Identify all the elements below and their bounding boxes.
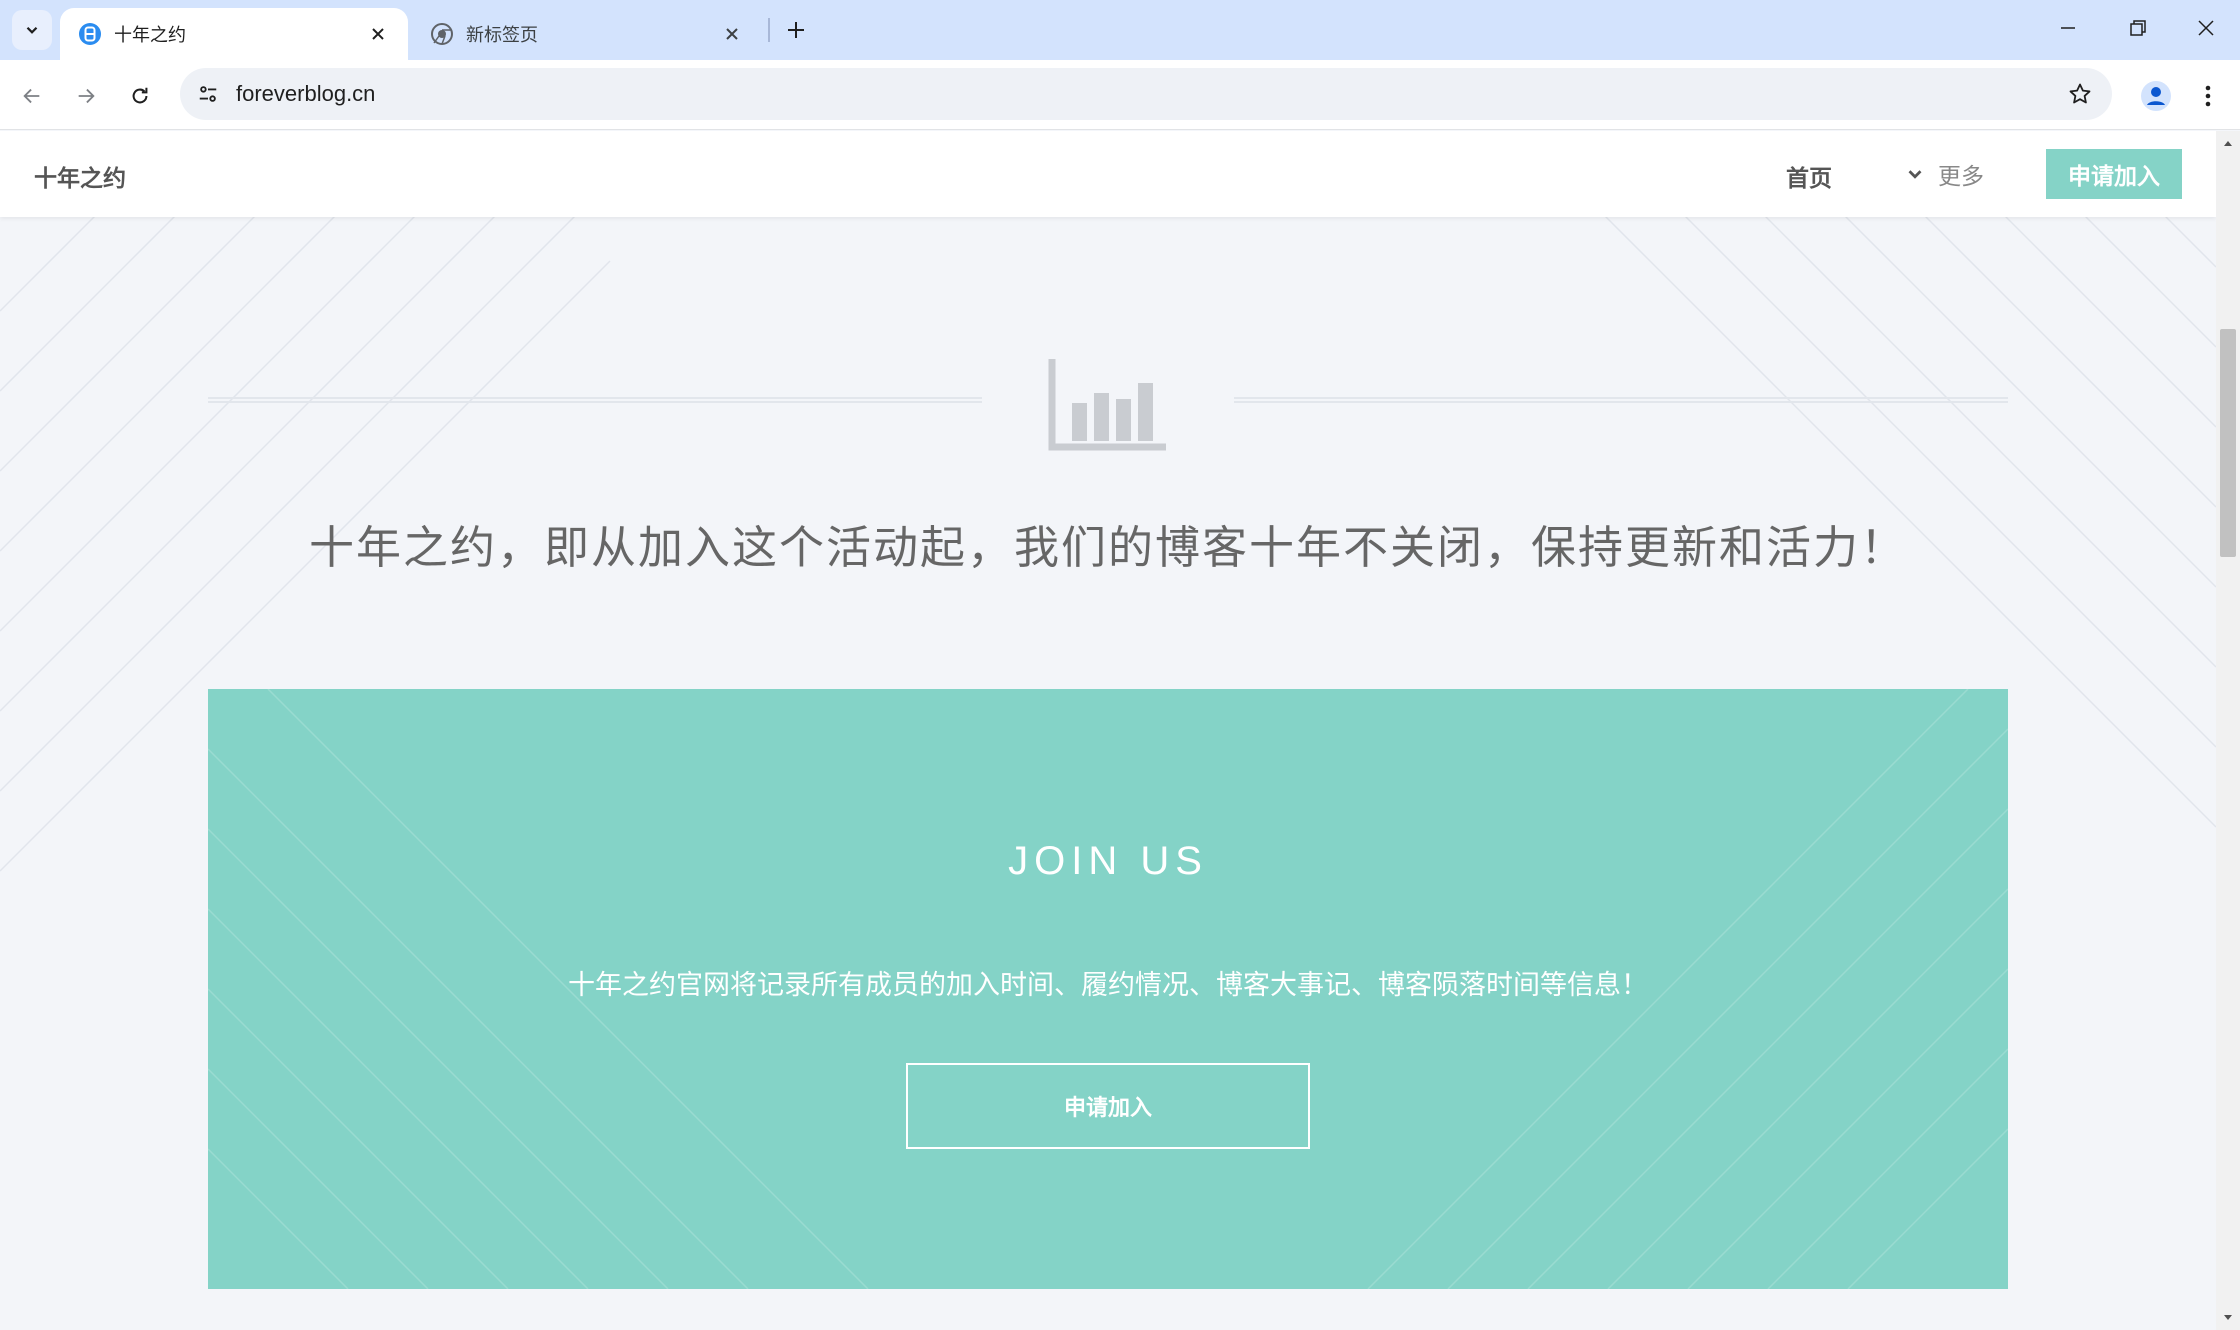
header-join-button[interactable]: 申请加入 bbox=[2046, 149, 2182, 199]
blog-b-icon bbox=[79, 23, 101, 45]
avatar-icon bbox=[2141, 81, 2171, 111]
forward-button[interactable] bbox=[66, 76, 106, 116]
scroll-thumb[interactable] bbox=[2220, 329, 2236, 557]
browser-menu-button[interactable] bbox=[2190, 76, 2226, 116]
restore-icon bbox=[2130, 20, 2146, 36]
address-bar[interactable]: foreverblog.cn bbox=[180, 68, 2112, 120]
restore-button[interactable] bbox=[2112, 8, 2164, 48]
nav-more-label: 更多 bbox=[1938, 164, 1984, 190]
profile-button[interactable] bbox=[2136, 76, 2176, 116]
divider-left bbox=[208, 397, 982, 403]
tab-title: 十年之约 bbox=[114, 25, 186, 46]
tab-foreverblog[interactable]: 十年之约 bbox=[60, 8, 408, 60]
join-cta-button[interactable]: 申请加入 bbox=[906, 1063, 1310, 1149]
close-window-button[interactable] bbox=[2180, 8, 2232, 48]
tab-search-button[interactable] bbox=[12, 10, 52, 50]
site-tagline: 十年之约，即从加入这个活动起，我们的博客十年不关闭，保持更新和活力！ bbox=[308, 521, 1907, 574]
scroll-down-arrow-icon[interactable] bbox=[2220, 1310, 2236, 1326]
site-brand[interactable]: 十年之约 bbox=[34, 159, 126, 193]
reload-button[interactable] bbox=[120, 76, 160, 116]
minimize-icon bbox=[2061, 27, 2075, 29]
site-header: 十年之约 首页 更多 申请加入 bbox=[0, 131, 2216, 217]
site-info-icon[interactable] bbox=[192, 78, 224, 110]
close-tab-icon[interactable] bbox=[720, 22, 744, 46]
join-us-section: JOIN US 十年之约官网将记录所有成员的加入时间、履约情况、博客大事记、博客… bbox=[208, 689, 2008, 1289]
reload-icon bbox=[132, 87, 148, 104]
nav-more-dropdown[interactable]: 更多 bbox=[1904, 157, 1984, 191]
plus-icon bbox=[788, 22, 804, 38]
browser-tab-bar: 十年之约 新标签页 bbox=[0, 0, 2240, 60]
back-button[interactable] bbox=[12, 76, 52, 116]
tab-title: 新标签页 bbox=[466, 25, 538, 46]
chrome-icon bbox=[431, 23, 453, 45]
url-text[interactable]: foreverblog.cn bbox=[236, 81, 375, 107]
close-icon bbox=[2198, 20, 2214, 36]
join-us-title: JOIN US bbox=[1008, 839, 1208, 883]
scroll-up-arrow-icon[interactable] bbox=[2220, 135, 2236, 151]
page-scrollbar[interactable] bbox=[2216, 131, 2240, 1330]
tab-new-tab[interactable]: 新标签页 bbox=[412, 8, 762, 60]
browser-toolbar: foreverblog.cn bbox=[0, 60, 2240, 130]
tab-separator bbox=[768, 18, 770, 42]
arrow-right-icon bbox=[78, 88, 95, 104]
more-vert-icon bbox=[2205, 85, 2211, 107]
divider-right bbox=[1234, 397, 2008, 403]
minimize-button[interactable] bbox=[2042, 8, 2094, 48]
chevron-down-icon bbox=[1908, 170, 1922, 179]
new-tab-button[interactable] bbox=[780, 14, 812, 46]
bar-chart-icon bbox=[1048, 359, 1166, 451]
join-us-description: 十年之约官网将记录所有成员的加入时间、履约情况、博客大事记、博客陨落时间等信息！ bbox=[568, 970, 1648, 1001]
nav-home-link[interactable]: 首页 bbox=[1786, 159, 1832, 193]
bookmark-star-icon[interactable] bbox=[2066, 80, 2094, 108]
page-viewport: 十年之约 首页 更多 申请加入 十年之约，即从加入这个活动起，我们的博客十年不关… bbox=[0, 131, 2216, 1330]
chevron-down-icon bbox=[26, 26, 38, 34]
arrow-left-icon bbox=[23, 88, 40, 104]
close-tab-icon[interactable] bbox=[366, 22, 390, 46]
